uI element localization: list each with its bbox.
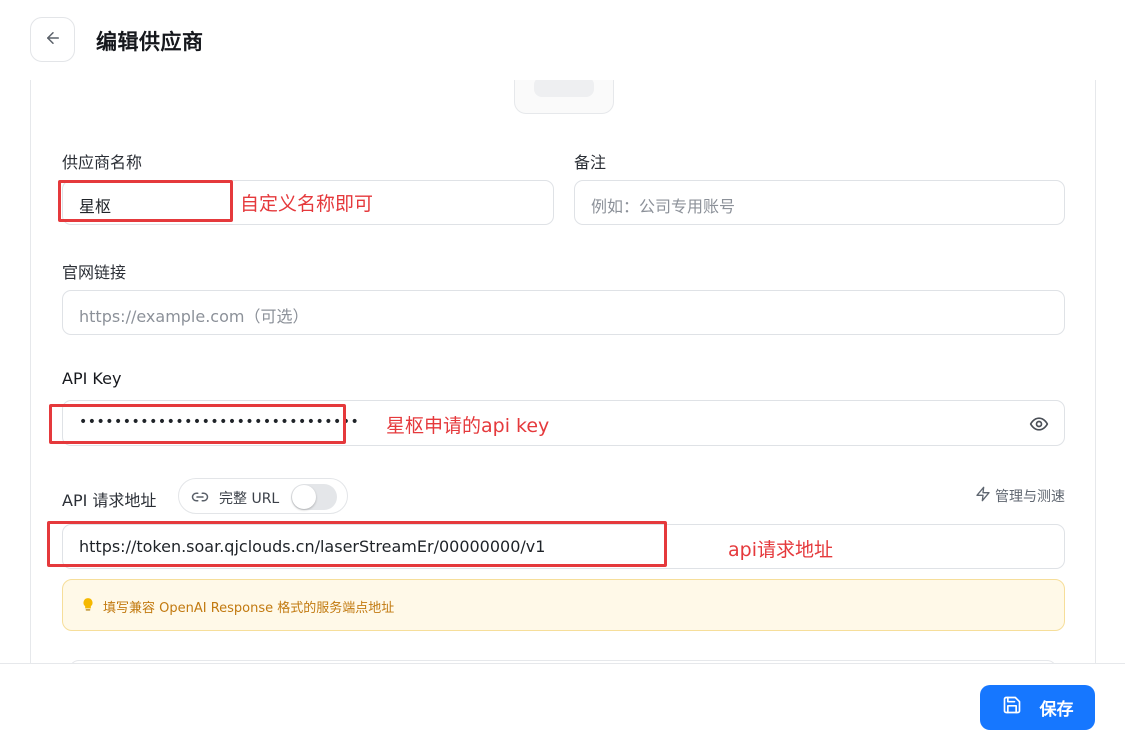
note-field[interactable]: 例如：公司专用账号 [574, 180, 1065, 225]
arrow-left-icon [44, 29, 62, 51]
switch-knob [292, 485, 316, 509]
link-icon [191, 488, 209, 510]
website-label: 官网链接 [62, 263, 127, 282]
footer: 保存 [0, 663, 1125, 749]
full-url-toggle[interactable]: 完整 URL [178, 478, 348, 514]
save-icon [1002, 695, 1022, 720]
eye-icon[interactable] [1028, 413, 1050, 435]
website-field[interactable]: https://example.com（可选） [62, 290, 1065, 335]
annotation-name: 自定义名称即可 [240, 193, 374, 215]
lightning-icon [975, 486, 991, 506]
annotation-box-api-url [47, 521, 667, 567]
save-label: 保存 [1039, 700, 1074, 720]
annotation-api-url: api请求地址 [728, 539, 833, 561]
back-button[interactable] [30, 17, 75, 62]
logo-placeholder [534, 80, 594, 97]
name-label: 供应商名称 [62, 153, 143, 172]
annotation-api-key: 星枢申请的api key [386, 415, 550, 437]
annotation-box-api-key [49, 404, 346, 444]
website-placeholder: https://example.com（可选） [79, 307, 309, 326]
api-key-label: API Key [62, 369, 122, 388]
note-label: 备注 [574, 153, 607, 172]
manage-label: 管理与测速 [995, 489, 1065, 505]
page-title: 编辑供应商 [96, 30, 204, 54]
full-url-switch[interactable] [291, 484, 337, 510]
lightbulb-icon [81, 597, 95, 617]
hint-text: 填写兼容 OpenAI Response 格式的服务端点地址 [103, 601, 395, 616]
header: 编辑供应商 [0, 0, 1125, 80]
api-url-label: API 请求地址 [62, 491, 157, 510]
note-placeholder: 例如：公司专用账号 [591, 197, 736, 216]
manage-speedtest-link[interactable]: 管理与测速 [975, 486, 1065, 506]
save-button[interactable]: 保存 [980, 685, 1095, 730]
api-url-hint: 填写兼容 OpenAI Response 格式的服务端点地址 [62, 579, 1065, 631]
annotation-box-name [58, 180, 233, 222]
provider-logo[interactable] [514, 80, 614, 114]
full-url-label: 完整 URL [219, 491, 280, 507]
form-content: 供应商名称 星枢 备注 例如：公司专用账号 官网链接 https://examp… [30, 80, 1096, 663]
